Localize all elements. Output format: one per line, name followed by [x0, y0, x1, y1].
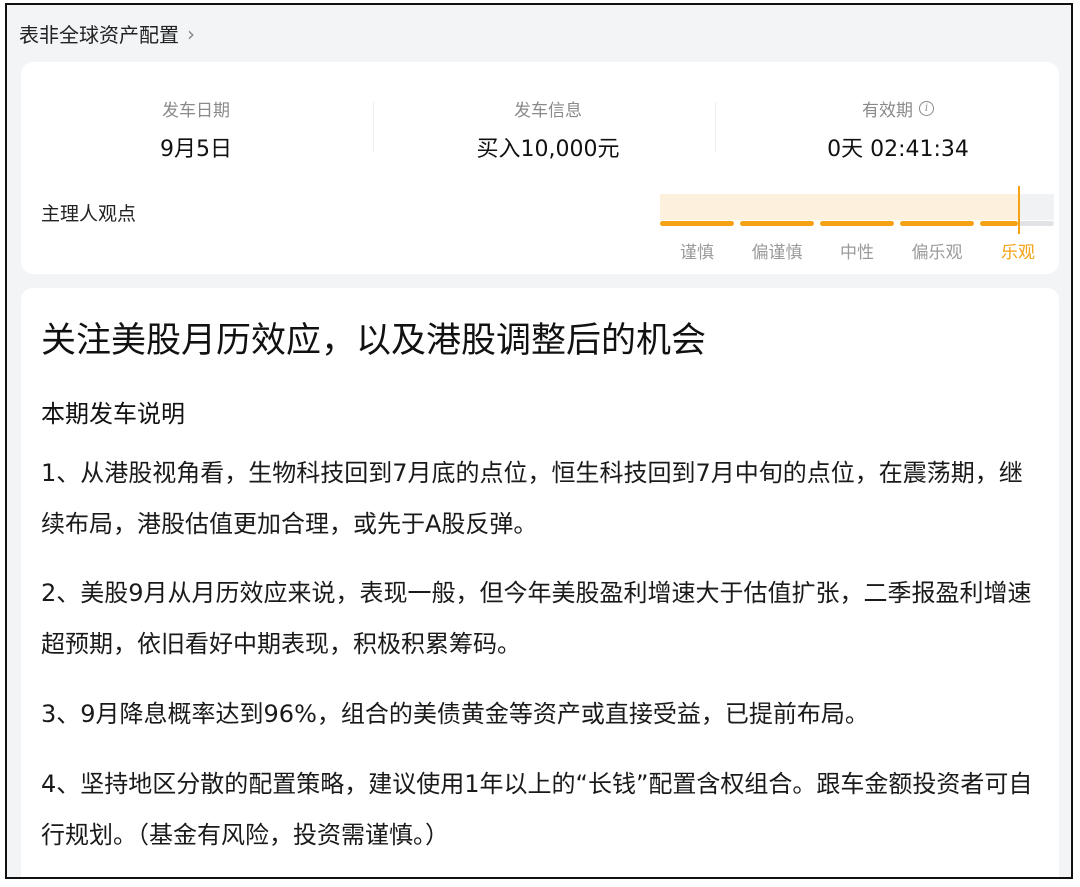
app-frame: 表非全球资产配置 › 发车日期 9月5日 发车信息 买入10,000元 有效期 …: [5, 3, 1073, 879]
opinion-scale: 谨慎 偏谨慎 中性 偏乐观 乐观: [660, 186, 1058, 263]
stat-departure-info: 发车信息 买入10,000元: [383, 96, 713, 163]
scale-label-selected: 乐观: [1001, 243, 1035, 263]
article-card: 关注美股月历效应，以及港股调整后的机会 本期发车说明 1、从港股视角看，生物科技…: [21, 288, 1059, 877]
stat-label: 发车日期: [162, 101, 230, 121]
scale-rest-band: [1018, 194, 1054, 220]
scale-segment: [740, 221, 814, 226]
article-paragraph: 3、9月降息概率达到96%，组合的美债黄金等资产或直接受益，已提前布局。: [41, 700, 869, 728]
article-paragraph: 4、坚持地区分散的配置策略，建议使用1年以上的“长钱”配置含权组合。跟车金额投资…: [41, 770, 1033, 849]
breadcrumb[interactable]: 表非全球资产配置 ›: [19, 19, 195, 48]
chevron-right-icon[interactable]: ›: [187, 22, 195, 46]
stat-label: 有效期 i: [733, 96, 1063, 121]
stat-label-text: 有效期: [862, 101, 913, 121]
summary-card: 发车日期 9月5日 发车信息 买入10,000元 有效期 i 0天 02:41:…: [21, 62, 1059, 274]
article-headline: 关注美股月历效应，以及港股调整后的机会: [41, 321, 707, 361]
stat-value: 0天 02:41:34: [827, 137, 969, 162]
scale-indicator: [1018, 186, 1020, 234]
scale-label: 中性: [840, 243, 874, 263]
divider: [373, 102, 374, 152]
scale-segment: [660, 221, 734, 226]
section-title: 本期发车说明: [41, 400, 185, 428]
stat-value: 买入10,000元: [476, 137, 620, 162]
scale-highlight-band: [660, 194, 1018, 220]
scale-label: 谨慎: [680, 243, 714, 263]
scale-label: 偏乐观: [911, 243, 963, 263]
opinion-title: 主理人观点: [41, 203, 137, 225]
stat-value: 9月5日: [160, 137, 232, 162]
scale-segment-rest: [1018, 221, 1054, 226]
scale-segment: [980, 221, 1018, 226]
article-paragraph: 1、从港股视角看，生物科技回到7月底的点位，恒生科技回到7月中旬的点位，在震荡期…: [41, 459, 1023, 538]
stat-validity: 有效期 i 0天 02:41:34: [733, 96, 1063, 163]
divider: [715, 102, 716, 152]
stat-departure-date: 发车日期 9月5日: [31, 96, 361, 163]
scale-segment: [820, 221, 894, 226]
article-paragraph: 2、美股9月从月历效应来说，表现一般，但今年美股盈利增速大于估值扩张，二季报盈利…: [41, 579, 1032, 658]
scale-label: 偏谨慎: [751, 243, 803, 263]
stat-label: 发车信息: [514, 101, 582, 121]
breadcrumb-title[interactable]: 表非全球资产配置: [19, 19, 179, 48]
scale-segment: [900, 221, 974, 226]
info-icon[interactable]: i: [919, 101, 934, 116]
